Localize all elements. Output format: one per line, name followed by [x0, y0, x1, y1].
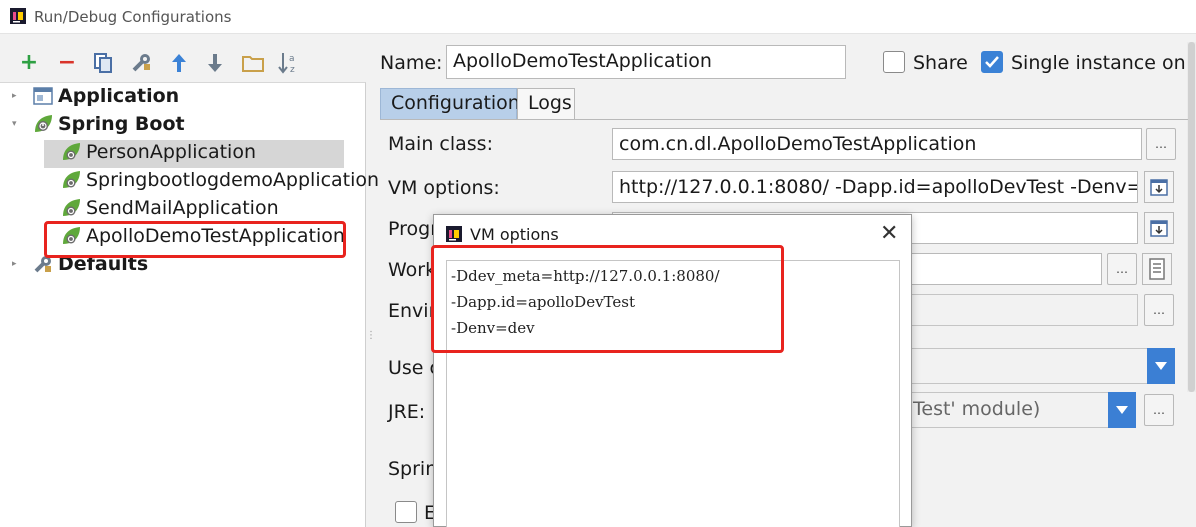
spring-option-checkbox[interactable]	[395, 501, 417, 523]
name-label: Name:	[380, 52, 443, 74]
tree-item-sendmail-application[interactable]: SendMailApplication	[60, 194, 279, 222]
intellij-icon	[446, 226, 462, 242]
tree-item-person-application[interactable]: PersonApplication	[60, 138, 256, 166]
tree-toolbar: + − az	[0, 42, 370, 82]
tree-item-springbootlogdemo-application[interactable]: SpringbootlogdemoApplication	[60, 166, 379, 194]
main-class-label: Main class:	[388, 133, 493, 155]
move-down-icon[interactable]	[202, 50, 228, 76]
share-label[interactable]: Share	[913, 52, 968, 74]
main-class-field[interactable]: com.cn.dl.ApolloDemoTestApplication	[612, 128, 1142, 160]
highlight-box	[431, 245, 784, 353]
tree-item-spring-boot[interactable]: ▾ Spring Boot	[12, 110, 185, 138]
expand-vm-options-button[interactable]	[1144, 171, 1174, 203]
spring-app-icon	[63, 171, 80, 188]
application-icon	[33, 87, 53, 105]
sort-icon[interactable]: az	[276, 50, 302, 76]
move-up-icon[interactable]	[166, 50, 192, 76]
expand-icon	[1150, 220, 1168, 237]
tree-item-application[interactable]: ▸ Application	[12, 82, 179, 110]
share-checkbox[interactable]	[883, 51, 905, 73]
vm-options-field[interactable]: http://127.0.0.1:8080/ -Dapp.id=apolloDe…	[612, 171, 1138, 203]
tab-configuration[interactable]: Configuration	[380, 88, 520, 120]
folder-icon[interactable]	[240, 50, 266, 76]
checkmark-icon	[985, 56, 999, 68]
main-class-browse-button[interactable]: …	[1146, 128, 1176, 160]
close-icon[interactable]: ✕	[880, 221, 898, 246]
intellij-icon	[10, 8, 26, 24]
splitter-handle[interactable]: ⋮	[366, 330, 376, 350]
spring-app-icon	[63, 199, 80, 216]
working-dir-browse-button[interactable]: …	[1107, 253, 1137, 285]
working-dir-label: Work	[388, 259, 437, 281]
title-bar: Run/Debug Configurations	[0, 0, 1196, 34]
add-icon[interactable]: +	[16, 50, 42, 76]
spring-boot-icon	[35, 115, 52, 132]
single-instance-label[interactable]: Single instance only	[1011, 52, 1196, 74]
remove-icon[interactable]: −	[54, 50, 80, 76]
classpath-dropdown[interactable]	[1147, 348, 1175, 384]
env-label: Envir	[388, 300, 437, 322]
spring-app-icon	[63, 143, 80, 160]
env-browse-button[interactable]: …	[1144, 294, 1174, 326]
jre-dropdown[interactable]	[1108, 392, 1136, 428]
dialog-title: VM options	[470, 225, 559, 244]
expand-icon	[1150, 179, 1168, 196]
chevron-down-icon	[1116, 406, 1128, 414]
tab-logs[interactable]: Logs	[517, 88, 575, 120]
jre-label: JRE:	[388, 401, 426, 423]
vm-options-label: VM options:	[388, 177, 500, 199]
macros-button[interactable]	[1142, 253, 1172, 285]
copy-icon[interactable]	[90, 50, 116, 76]
window-title: Run/Debug Configurations	[34, 8, 232, 26]
expand-program-args-button[interactable]	[1144, 212, 1174, 244]
highlight-box	[44, 221, 346, 258]
jre-browse-button[interactable]: …	[1144, 394, 1174, 426]
svg-text:a: a	[289, 54, 295, 64]
scrollbar[interactable]	[1187, 42, 1196, 392]
program-args-label: Progr	[388, 218, 439, 240]
document-icon	[1149, 258, 1165, 280]
wrench-icon[interactable]	[128, 50, 154, 76]
chevron-down-icon	[1155, 362, 1167, 370]
single-instance-checkbox[interactable]	[981, 51, 1003, 73]
svg-text:z: z	[290, 65, 295, 75]
name-field[interactable]: ApolloDemoTestApplication	[446, 45, 846, 79]
